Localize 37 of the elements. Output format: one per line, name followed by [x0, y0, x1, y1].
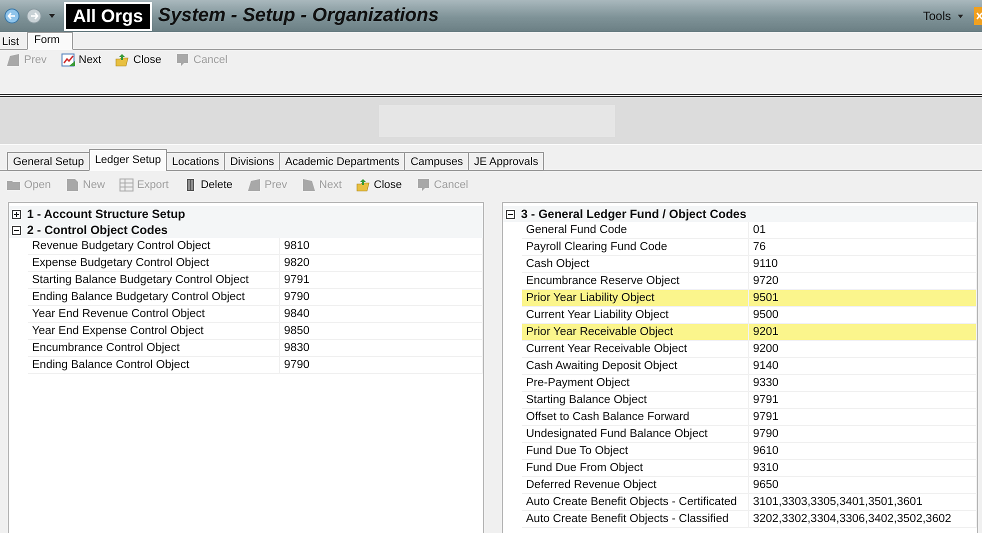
section-tab[interactable]: Ledger Setup [88, 149, 167, 171]
group-title: 2 - Control Object Codes [27, 223, 168, 237]
property-label: Prior Year Receivable Object [522, 324, 749, 340]
group-header[interactable]: 3 - General Ledger Fund / Object Codes [503, 206, 977, 222]
view-tab[interactable]: Form [27, 32, 73, 50]
caret-icon[interactable] [957, 12, 964, 20]
section-tab[interactable]: Campuses [404, 152, 470, 171]
toolbar-button[interactable]: Next [58, 50, 104, 68]
section-tab[interactable]: Locations [166, 152, 226, 171]
back-icon[interactable] [4, 8, 20, 24]
expand-icon[interactable] [12, 210, 21, 218]
property-value: 9201 [749, 324, 977, 340]
forward-icon[interactable] [26, 8, 42, 24]
collapse-icon[interactable] [12, 226, 21, 234]
group-header[interactable]: 2 - Control Object Codes [9, 222, 483, 238]
view-tab[interactable]: List [0, 35, 28, 50]
section-tab[interactable]: General Setup [7, 152, 90, 171]
toolbar-button[interactable]: Close [113, 50, 164, 68]
org-selector[interactable]: All Orgs [64, 2, 152, 30]
group-header[interactable]: 1 - Account Structure Setup [9, 206, 483, 222]
property-label: Prior Year Liability Object [522, 290, 749, 306]
collapse-icon[interactable] [506, 210, 515, 218]
chart-page-icon [60, 52, 76, 66]
window-title: System - Setup - Organizations [158, 5, 440, 27]
dropdown-icon[interactable] [48, 12, 56, 20]
group-title: 3 - General Ledger Fund / Object Codes [521, 207, 746, 221]
property-value: 9501 [749, 290, 977, 306]
toolbar-button[interactable]: Delete [180, 176, 235, 194]
section-tab[interactable]: Academic Departments [279, 152, 406, 171]
folder-arrow-icon [115, 52, 130, 66]
tools-menu[interactable]: Tools [922, 9, 951, 23]
section-tab[interactable]: JE Approvals [468, 152, 544, 171]
toolbar-button[interactable]: Close [354, 176, 404, 194]
group-title: 1 - Account Structure Setup [27, 207, 186, 221]
section-tab[interactable]: Divisions [224, 152, 280, 171]
table-icon [118, 178, 134, 192]
folder-arrow-icon [356, 178, 371, 192]
